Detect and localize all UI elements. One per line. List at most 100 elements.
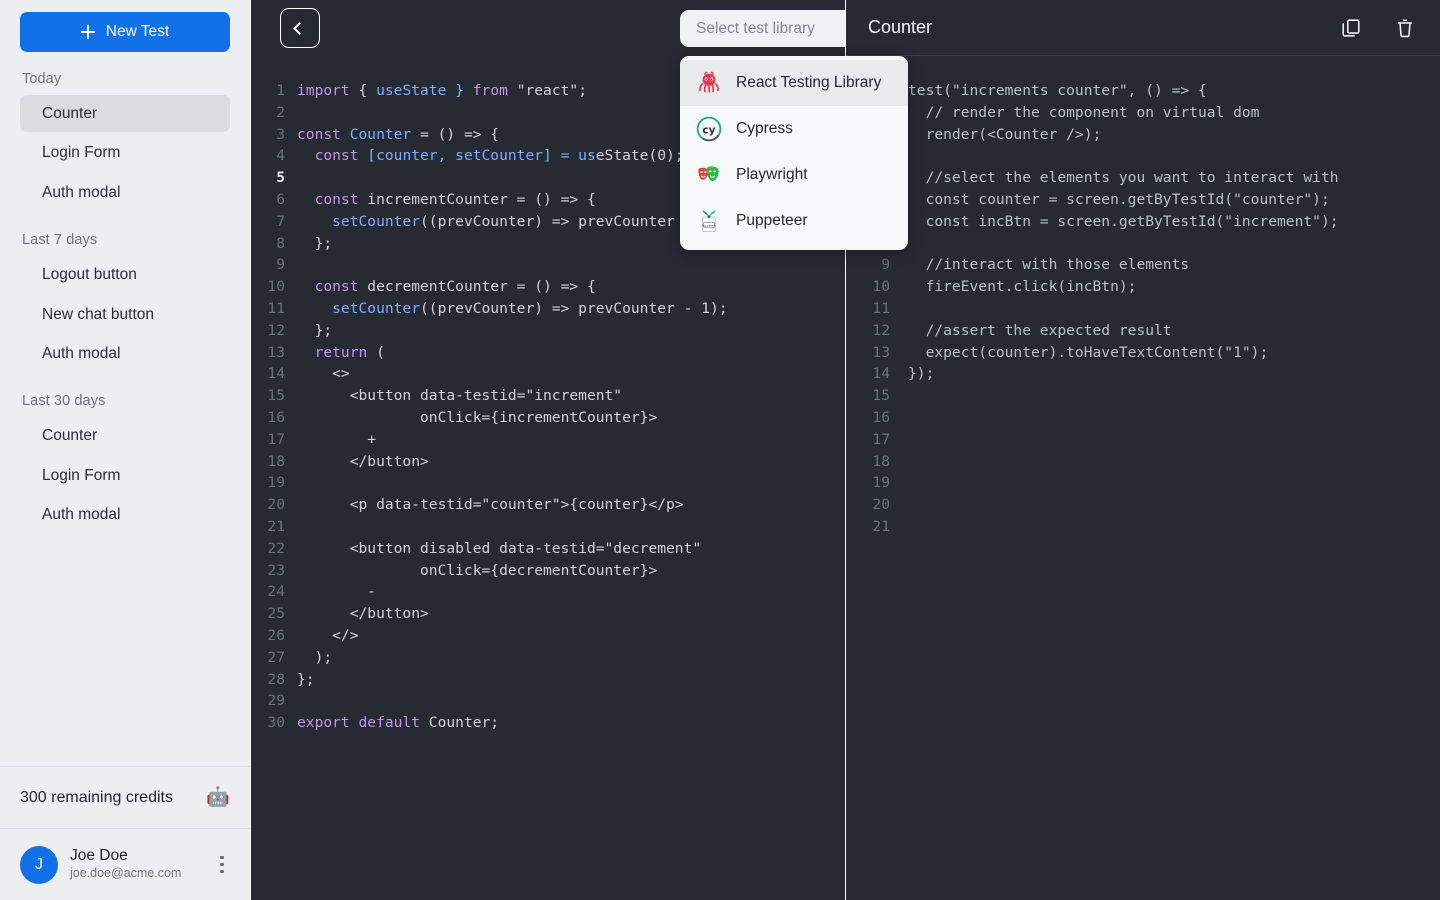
theater-masks-icon bbox=[696, 162, 722, 188]
sidebar-item-counter[interactable]: Counter bbox=[20, 417, 230, 454]
code-line: 8 bbox=[846, 233, 1440, 255]
code-line: 17 bbox=[846, 429, 1440, 451]
line-number: 14 bbox=[872, 365, 890, 383]
code-line-text: }); bbox=[908, 365, 935, 383]
line-number: 1 bbox=[276, 82, 285, 99]
user-profile-row[interactable]: J Joe Doe joe.doe@acme.com bbox=[0, 828, 250, 900]
code-line-text: <button data-testid="increment" bbox=[297, 387, 623, 405]
page-title: Counter bbox=[868, 17, 933, 37]
line-number: 30 bbox=[267, 714, 285, 732]
line-number: 3 bbox=[276, 125, 285, 143]
code-line: 9 //interact with those elements bbox=[846, 254, 1440, 276]
user-meta: Joe Doe joe.doe@acme.com bbox=[70, 846, 200, 883]
sidebar-item-logout-button[interactable]: Logout button bbox=[20, 256, 230, 293]
code-line: 5 //select the elements you want to inte… bbox=[846, 167, 1440, 189]
code-line: 15 <button data-testid="increment" bbox=[251, 385, 845, 407]
code-line: 16 bbox=[846, 407, 1440, 429]
app-root: New Test Today Counter Login Form Auth moda… bbox=[0, 0, 1440, 900]
generated-test-code-view[interactable]: 1test("increments counter", () => {2 // … bbox=[846, 56, 1440, 900]
line-number: 19 bbox=[267, 474, 285, 492]
svg-text:Puppeteer: Puppeteer bbox=[702, 223, 717, 227]
line-number: 10 bbox=[872, 278, 890, 296]
code-line: 21 bbox=[846, 516, 1440, 538]
line-number: 18 bbox=[267, 452, 285, 470]
line-number: 5 bbox=[276, 169, 285, 187]
user-email: joe.doe@acme.com bbox=[70, 866, 182, 881]
test-panel-header: Counter bbox=[846, 0, 1440, 56]
code-line: 15 bbox=[846, 385, 1440, 407]
dropdown-option-puppeteer[interactable]: Puppeteer Puppeteer bbox=[680, 198, 908, 244]
line-number: 9 bbox=[276, 256, 285, 274]
sidebar-item-auth-modal[interactable]: Auth modal bbox=[20, 335, 230, 372]
sidebar-item-auth-modal[interactable]: Auth modal bbox=[20, 496, 230, 533]
test-panel-actions bbox=[1338, 15, 1418, 41]
code-line: 10 fireEvent.click(incBtn); bbox=[846, 276, 1440, 298]
sidebar-group-label: Last 7 days bbox=[22, 232, 98, 249]
line-number: 9 bbox=[881, 256, 890, 274]
code-line-text: //interact with those elements bbox=[908, 256, 1190, 274]
octopus-icon bbox=[696, 70, 722, 96]
code-line-text: <p data-testid="counter">{counter}</p> bbox=[297, 496, 684, 514]
kebab-menu-icon[interactable] bbox=[212, 854, 232, 876]
code-line: 30 export default Counter; bbox=[251, 712, 845, 734]
code-line: 19 bbox=[251, 472, 845, 494]
dropdown-option-cypress[interactable]: cy Cypress bbox=[680, 106, 908, 152]
code-line: 9 bbox=[251, 254, 845, 276]
line-number: 17 bbox=[267, 430, 285, 448]
code-line-text: }; bbox=[297, 321, 333, 339]
sidebar-item-auth-modal[interactable]: Auth modal bbox=[20, 174, 230, 211]
new-test-button[interactable]: New Test bbox=[20, 12, 230, 52]
user-name: Joe Doe bbox=[70, 847, 128, 865]
line-number: 14 bbox=[267, 365, 285, 383]
sidebar-item-login-form[interactable]: Login Form bbox=[20, 134, 230, 171]
dropdown-option-react-testing-library[interactable]: React Testing Library bbox=[680, 60, 908, 106]
code-line-text: + bbox=[297, 430, 377, 448]
code-line: 11 setCounter((prevCounter) => prevCount… bbox=[251, 298, 845, 320]
sidebar-group-label: Last 30 days bbox=[22, 393, 106, 410]
line-number: 20 bbox=[872, 496, 890, 514]
code-line: 18 bbox=[846, 451, 1440, 473]
trash-icon[interactable] bbox=[1392, 15, 1418, 41]
sidebar-item-login-form[interactable]: Login Form bbox=[20, 457, 230, 494]
line-number: 17 bbox=[872, 430, 890, 448]
line-number: 21 bbox=[872, 517, 890, 535]
line-number: 21 bbox=[267, 517, 285, 535]
line-number: 23 bbox=[267, 561, 285, 579]
code-line: 3 render(<Counter />); bbox=[846, 124, 1440, 146]
dropdown-option-label: Puppeteer bbox=[736, 212, 808, 229]
credits-row: 300 remaining credits 🤖 bbox=[0, 766, 250, 828]
code-line: 16 onClick={incrementCounter}> bbox=[251, 407, 845, 429]
test-output-panel: Counter 1test("increment bbox=[845, 0, 1440, 900]
copy-icon[interactable] bbox=[1338, 15, 1364, 41]
code-line: 13 return ( bbox=[251, 342, 845, 364]
code-line-text: </button> bbox=[297, 605, 429, 623]
chevron-left-icon bbox=[292, 21, 306, 35]
code-line-text: ); bbox=[297, 648, 333, 666]
code-line: 13 expect(counter).toHaveTextContent("1"… bbox=[846, 342, 1440, 364]
sidebar-scroll-area: New Test Today Counter Login Form Auth moda… bbox=[0, 0, 250, 766]
code-line-text: onClick={decrementCounter}> bbox=[297, 561, 658, 579]
code-line: 19 bbox=[846, 472, 1440, 494]
line-number: 25 bbox=[267, 605, 285, 623]
code-line: 6 const counter = screen.getByTestId("co… bbox=[846, 189, 1440, 211]
code-line-text: <button disabled data-testid="decrement" bbox=[297, 539, 702, 557]
code-line-text: </> bbox=[297, 626, 359, 644]
back-button[interactable] bbox=[280, 8, 320, 48]
line-number: 12 bbox=[267, 321, 285, 339]
dropdown-option-playwright[interactable]: Playwright bbox=[680, 152, 908, 198]
sidebar-item-counter[interactable]: Counter bbox=[20, 95, 230, 133]
code-line-text: fireEvent.click(incBtn); bbox=[908, 278, 1137, 296]
sidebar-item-new-chat-button[interactable]: New chat button bbox=[20, 296, 230, 333]
code-line-text: const counter = screen.getByTestId("coun… bbox=[908, 190, 1330, 208]
line-number: 16 bbox=[872, 408, 890, 426]
line-number: 7 bbox=[276, 212, 285, 230]
line-number: 22 bbox=[267, 539, 285, 557]
puppeteer-jar-icon: Puppeteer bbox=[696, 208, 722, 234]
